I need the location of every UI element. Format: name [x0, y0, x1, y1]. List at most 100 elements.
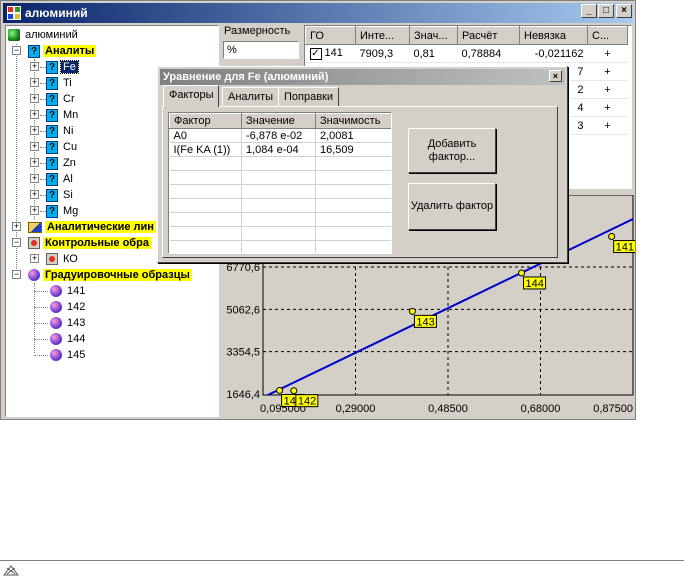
y-tick-label: 5062,6 — [226, 304, 260, 316]
point-label: 142 — [298, 396, 316, 408]
tree-sample-142[interactable]: 142 — [50, 299, 87, 315]
data-point[interactable] — [608, 233, 616, 241]
factor-cell — [315, 198, 391, 213]
tree-analyte-ti[interactable]: ? Ti — [46, 75, 74, 91]
tree-analytes-label: Аналиты — [43, 45, 97, 57]
grid-header-2[interactable]: Знач... — [409, 26, 458, 45]
factor-cell: A0 — [169, 128, 242, 143]
grid-header-5[interactable]: С... — [587, 26, 628, 45]
tree-analytical-lines[interactable]: Аналитические лин — [28, 219, 156, 235]
table-row[interactable] — [169, 170, 391, 185]
expander-calibration-samples[interactable]: − — [12, 270, 21, 279]
tree-analyte-al[interactable]: ? Al — [46, 171, 75, 187]
title-bar: алюминий — [3, 3, 633, 23]
delete-factor-button[interactable]: Удалить фактор — [408, 183, 496, 230]
factor-cell — [315, 212, 391, 227]
dimension-input[interactable]: % — [223, 41, 299, 59]
analyte-icon: ? — [46, 204, 58, 218]
expander-analytes[interactable]: − — [12, 46, 21, 55]
grid-header-4[interactable]: Невязка — [519, 26, 588, 45]
tree-calibration-samples[interactable]: Градуировочные образцы — [28, 267, 192, 283]
tree-analyte-mg[interactable]: ? Mg — [46, 203, 80, 219]
minimize-button[interactable]: _ — [581, 4, 597, 18]
expander-analyte-ni[interactable]: + — [30, 126, 39, 135]
sample-icon — [50, 317, 62, 330]
table-row[interactable] — [169, 198, 391, 213]
expander-analyte-ti[interactable]: + — [30, 78, 39, 87]
tree-sample-141[interactable]: 141 — [50, 283, 87, 299]
add-factor-button[interactable]: Добавить фактор... — [408, 128, 496, 173]
tree-analyte-fe[interactable]: ? Fe — [46, 59, 79, 75]
analyte-icon: ? — [46, 124, 58, 138]
x-tick-label: 0,29000 — [336, 403, 376, 415]
grid-cell-value: 3 — [577, 119, 584, 132]
grid-header-0[interactable]: ГО — [305, 26, 356, 45]
grid-cell-value: + — [604, 83, 611, 96]
table-row[interactable]: A0 -6,878 e-02 2,0081 — [169, 128, 391, 143]
tree-sample-144[interactable]: 144 — [50, 331, 87, 347]
data-point[interactable] — [408, 307, 416, 315]
factor-header-0[interactable]: Фактор — [169, 113, 242, 129]
close-button[interactable]: × — [616, 4, 632, 18]
tab-corrections[interactable]: Поправки — [278, 87, 340, 106]
tree-analyte-zn[interactable]: ? Zn — [46, 155, 78, 171]
x-tick-label: 0,68000 — [521, 403, 561, 415]
table-row[interactable] — [169, 212, 391, 227]
dialog-close-button[interactable]: × — [549, 70, 562, 82]
tree-sample-145[interactable]: 145 — [50, 347, 87, 363]
expander-analyte-fe[interactable]: + — [30, 62, 39, 71]
grid-header-1[interactable]: Инте... — [355, 26, 410, 45]
table-row[interactable]: ✓ 141 7909,3 0,81 0,78884 -0,021162 + — [305, 44, 628, 63]
grid-cell-value: 0,78884 — [461, 47, 502, 60]
grid-cell-value: 7 — [577, 65, 584, 78]
grid-header-3[interactable]: Расчёт — [457, 26, 520, 45]
table-row[interactable] — [169, 226, 391, 241]
table-row[interactable]: I(Fe KA (1)) 1,084 e-04 16,509 — [169, 142, 391, 157]
y-tick-label: 3354,5 — [226, 347, 260, 359]
data-point[interactable] — [276, 386, 284, 394]
factor-header-1[interactable]: Значение — [241, 113, 316, 129]
expander-analyte-mn[interactable]: + — [30, 110, 39, 119]
maximize-button[interactable]: □ — [598, 4, 614, 18]
tree-analyte-cu[interactable]: ? Cu — [46, 139, 79, 155]
tab-factors[interactable]: Факторы — [163, 85, 220, 107]
expander-analyte-al[interactable]: + — [30, 174, 39, 183]
analyte-label: Si — [63, 189, 73, 201]
table-row[interactable] — [169, 240, 391, 253]
grid-cell-value: + — [604, 47, 611, 60]
expander-analyte-si[interactable]: + — [30, 190, 39, 199]
expander-control-samples[interactable]: − — [12, 238, 21, 247]
tree-analyte-cr[interactable]: ? Cr — [46, 91, 77, 107]
grid-cell-value: + — [604, 119, 611, 132]
factor-cell — [169, 240, 242, 253]
x-tick-label: 0,48500 — [428, 403, 468, 415]
table-row[interactable] — [169, 184, 391, 199]
sample-icon — [50, 349, 62, 362]
factor-header-2[interactable]: Значимость — [315, 113, 391, 129]
factor-cell — [315, 226, 391, 241]
tree-root[interactable]: алюминий — [8, 27, 80, 43]
expander-analyte-mg[interactable]: + — [30, 206, 39, 215]
tree-sample-143[interactable]: 143 — [50, 315, 87, 331]
table-row[interactable] — [169, 156, 391, 171]
tree-analyte-ni[interactable]: ? Ni — [46, 123, 75, 139]
data-point[interactable] — [290, 387, 298, 395]
row-checkbox[interactable]: ✓ — [309, 47, 322, 60]
factors-table[interactable]: Фактор Значение Значимость A0 -6,878 e-02 2,… — [168, 112, 392, 254]
tab-analytes[interactable]: Аналиты — [222, 87, 280, 106]
tree-control-samples[interactable]: Контрольные обра — [28, 235, 151, 251]
point-label: 141 — [616, 242, 634, 254]
analyte-icon: ? — [46, 60, 58, 74]
data-point[interactable] — [518, 269, 526, 277]
tree-analyte-si[interactable]: ? Si — [46, 187, 75, 203]
tree-analytes[interactable]: ? Аналиты — [28, 43, 97, 59]
tree-ko[interactable]: КО — [46, 251, 80, 267]
expander-ko[interactable]: + — [30, 254, 39, 263]
tree-calibration-samples-label: Градуировочные образцы — [43, 269, 192, 281]
expander-analyte-cu[interactable]: + — [30, 142, 39, 151]
expander-analyte-zn[interactable]: + — [30, 158, 39, 167]
tree-analyte-mn[interactable]: ? Mn — [46, 107, 80, 123]
expander-analytical-lines[interactable]: + — [12, 222, 21, 231]
expander-analyte-cr[interactable]: + — [30, 94, 39, 103]
sample-label: 145 — [67, 349, 86, 361]
